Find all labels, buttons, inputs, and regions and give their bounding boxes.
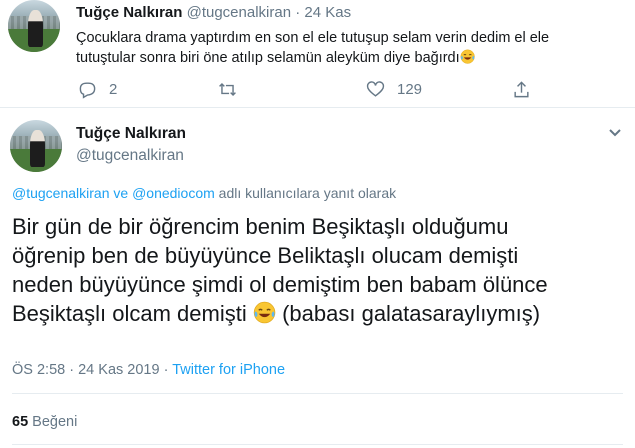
tweet-text-line: tutuştular sonra biri öne atılıp selamün…	[76, 50, 460, 66]
likes-label: Beğeni	[32, 414, 78, 430]
author-handle[interactable]: @tugcenalkiran	[187, 4, 291, 21]
like-button[interactable]: 129	[366, 80, 422, 99]
more-options-button[interactable]	[607, 124, 623, 140]
tweet-text-line: öğrenip ben de büyüyünce Beliktaşlı oluc…	[12, 243, 519, 268]
avatar[interactable]	[8, 0, 60, 52]
reply-count: 2	[109, 80, 118, 98]
avatar[interactable]	[10, 120, 62, 172]
mention-link[interactable]: @tugcenalkiran	[12, 185, 110, 201]
tweet-text-line: Beşiktaşlı olcam demişti	[12, 301, 247, 326]
divider	[12, 444, 623, 445]
like-count: 129	[397, 80, 423, 98]
likes-stat[interactable]: 65 Beğeni	[12, 414, 77, 430]
share-button[interactable]	[512, 80, 531, 99]
tweet-meta: ÖS 2:58 · 24 Kas 2019 · Twitter for iPho…	[12, 362, 285, 378]
laughing-tears-emoji-icon	[253, 302, 276, 324]
reply-conjunction[interactable]: ve	[113, 185, 128, 201]
tweet-text-line: neden büyüyünce şimdi ol demiştim ben ba…	[12, 272, 548, 297]
reply-suffix: adlı kullanıcılara yanıt olarak	[218, 185, 397, 201]
author-name[interactable]: Tuğçe Nalkıran	[76, 125, 186, 143]
separator: ·	[163, 362, 169, 378]
mention-link[interactable]: @onediocom	[132, 185, 215, 201]
reply-button[interactable]: 2	[78, 80, 117, 99]
tweet-text-line: Bir gün de bir öğrencim benim Beşiktaşlı…	[12, 214, 509, 239]
replying-to: @tugcenalkiran ve @onediocom adlı kullan…	[12, 185, 396, 201]
retweet-icon	[219, 82, 236, 96]
tweet-text: Çocuklara drama yaptırdım en son el ele …	[76, 28, 626, 68]
tweet-text-line: Çocuklara drama yaptırdım en son el ele …	[76, 30, 550, 46]
likes-count: 65	[12, 414, 29, 430]
divider	[0, 107, 635, 108]
separator: ·	[295, 4, 301, 21]
tweet-actions: 2 129	[76, 78, 546, 100]
tweet-time[interactable]: ÖS 2:58	[12, 362, 65, 378]
laughing-tears-emoji-icon	[460, 49, 475, 64]
tweet-text-line: (babası galatasaraylıymış)	[282, 301, 541, 326]
separator: ·	[69, 362, 75, 378]
tweet-header: Tuğçe Nalkıran @tugcenalkiran · 24 Kas	[76, 4, 351, 21]
share-icon	[514, 80, 529, 97]
tweet-date[interactable]: 24 Kas	[304, 4, 351, 21]
retweet-button[interactable]	[218, 80, 249, 99]
reply-icon	[79, 81, 96, 99]
chevron-down-icon	[609, 129, 621, 137]
author-name[interactable]: Tuğçe Nalkıran	[76, 4, 182, 21]
divider	[12, 393, 623, 394]
author-handle[interactable]: @tugcenalkiran	[76, 147, 184, 165]
tweet-date[interactable]: 24 Kas 2019	[78, 362, 159, 378]
tweet-source-link[interactable]: Twitter for iPhone	[172, 362, 285, 378]
tweet-text: Bir gün de bir öğrencim benim Beşiktaşlı…	[12, 212, 627, 328]
heart-icon	[366, 80, 385, 97]
